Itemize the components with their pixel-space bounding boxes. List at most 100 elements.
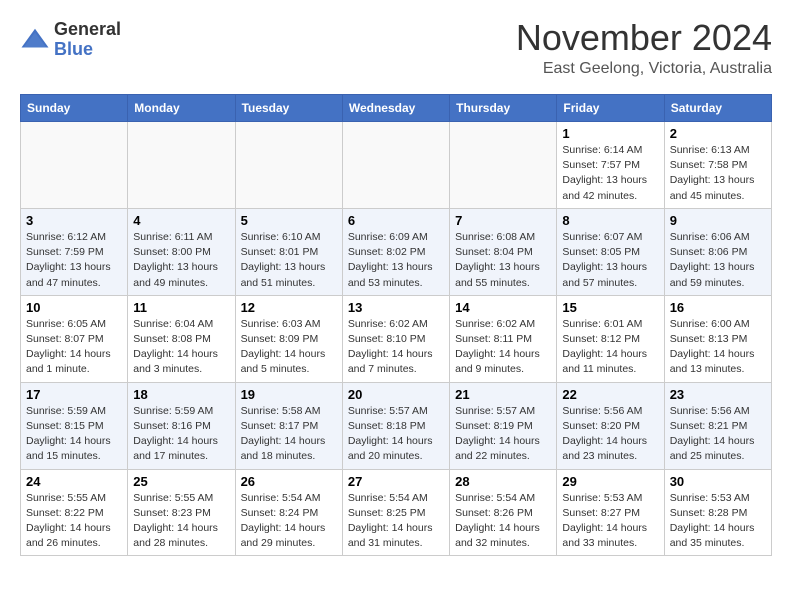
page-header: General Blue November 2024 East Geelong,…: [20, 20, 772, 78]
day-info: Sunrise: 6:02 AM Sunset: 8:11 PM Dayligh…: [455, 317, 551, 378]
day-info: Sunrise: 5:56 AM Sunset: 8:20 PM Dayligh…: [562, 404, 658, 465]
day-info: Sunrise: 6:04 AM Sunset: 8:08 PM Dayligh…: [133, 317, 229, 378]
day-info: Sunrise: 5:57 AM Sunset: 8:19 PM Dayligh…: [455, 404, 551, 465]
day-cell: [450, 122, 557, 209]
day-info: Sunrise: 5:59 AM Sunset: 8:15 PM Dayligh…: [26, 404, 122, 465]
day-number: 11: [133, 300, 229, 315]
day-cell: 30 Sunrise: 5:53 AM Sunset: 8:28 PM Dayli…: [664, 469, 771, 556]
day-cell: 16 Sunrise: 6:00 AM Sunset: 8:13 PM Dayli…: [664, 295, 771, 382]
day-info: Sunrise: 6:01 AM Sunset: 8:12 PM Dayligh…: [562, 317, 658, 378]
day-cell: 22 Sunrise: 5:56 AM Sunset: 8:20 PM Dayli…: [557, 382, 664, 469]
day-number: 6: [348, 213, 444, 228]
weekday-header-tuesday: Tuesday: [235, 95, 342, 122]
day-info: Sunrise: 5:54 AM Sunset: 8:25 PM Dayligh…: [348, 491, 444, 552]
day-number: 2: [670, 126, 766, 141]
day-cell: 24 Sunrise: 5:55 AM Sunset: 8:22 PM Dayli…: [21, 469, 128, 556]
day-info: Sunrise: 6:11 AM Sunset: 8:00 PM Dayligh…: [133, 230, 229, 291]
day-cell: 20 Sunrise: 5:57 AM Sunset: 8:18 PM Dayli…: [342, 382, 449, 469]
day-number: 12: [241, 300, 337, 315]
weekday-header-row: SundayMondayTuesdayWednesdayThursdayFrid…: [21, 95, 772, 122]
day-info: Sunrise: 6:02 AM Sunset: 8:10 PM Dayligh…: [348, 317, 444, 378]
day-number: 21: [455, 387, 551, 402]
day-cell: 26 Sunrise: 5:54 AM Sunset: 8:24 PM Dayli…: [235, 469, 342, 556]
day-number: 27: [348, 474, 444, 489]
day-cell: 3 Sunrise: 6:12 AM Sunset: 7:59 PM Daylig…: [21, 208, 128, 295]
day-cell: 25 Sunrise: 5:55 AM Sunset: 8:23 PM Dayli…: [128, 469, 235, 556]
weekday-header-thursday: Thursday: [450, 95, 557, 122]
day-number: 26: [241, 474, 337, 489]
day-number: 23: [670, 387, 766, 402]
day-info: Sunrise: 6:09 AM Sunset: 8:02 PM Dayligh…: [348, 230, 444, 291]
day-number: 10: [26, 300, 122, 315]
day-info: Sunrise: 5:56 AM Sunset: 8:21 PM Dayligh…: [670, 404, 766, 465]
day-info: Sunrise: 6:08 AM Sunset: 8:04 PM Dayligh…: [455, 230, 551, 291]
day-number: 7: [455, 213, 551, 228]
day-info: Sunrise: 6:00 AM Sunset: 8:13 PM Dayligh…: [670, 317, 766, 378]
day-info: Sunrise: 5:57 AM Sunset: 8:18 PM Dayligh…: [348, 404, 444, 465]
day-info: Sunrise: 6:12 AM Sunset: 7:59 PM Dayligh…: [26, 230, 122, 291]
day-cell: 12 Sunrise: 6:03 AM Sunset: 8:09 PM Dayli…: [235, 295, 342, 382]
day-cell: 21 Sunrise: 5:57 AM Sunset: 8:19 PM Dayli…: [450, 382, 557, 469]
day-cell: 11 Sunrise: 6:04 AM Sunset: 8:08 PM Dayli…: [128, 295, 235, 382]
weekday-header-monday: Monday: [128, 95, 235, 122]
day-info: Sunrise: 6:06 AM Sunset: 8:06 PM Dayligh…: [670, 230, 766, 291]
day-number: 25: [133, 474, 229, 489]
day-info: Sunrise: 5:54 AM Sunset: 8:26 PM Dayligh…: [455, 491, 551, 552]
day-info: Sunrise: 5:55 AM Sunset: 8:23 PM Dayligh…: [133, 491, 229, 552]
day-cell: 7 Sunrise: 6:08 AM Sunset: 8:04 PM Daylig…: [450, 208, 557, 295]
day-cell: [128, 122, 235, 209]
day-cell: 9 Sunrise: 6:06 AM Sunset: 8:06 PM Daylig…: [664, 208, 771, 295]
title-block: November 2024 East Geelong, Victoria, Au…: [516, 20, 772, 78]
day-info: Sunrise: 5:59 AM Sunset: 8:16 PM Dayligh…: [133, 404, 229, 465]
logo-icon: [20, 25, 50, 55]
day-cell: 6 Sunrise: 6:09 AM Sunset: 8:02 PM Daylig…: [342, 208, 449, 295]
day-cell: [21, 122, 128, 209]
week-row-3: 17 Sunrise: 5:59 AM Sunset: 8:15 PM Dayli…: [21, 382, 772, 469]
day-cell: 1Sunrise: 6:14 AM Sunset: 7:57 PM Daylig…: [557, 122, 664, 209]
day-number: 17: [26, 387, 122, 402]
day-number: 16: [670, 300, 766, 315]
week-row-0: 1Sunrise: 6:14 AM Sunset: 7:57 PM Daylig…: [21, 122, 772, 209]
month-title: November 2024: [516, 20, 772, 56]
day-info: Sunrise: 5:54 AM Sunset: 8:24 PM Dayligh…: [241, 491, 337, 552]
week-row-2: 10Sunrise: 6:05 AM Sunset: 8:07 PM Dayli…: [21, 295, 772, 382]
day-cell: 2Sunrise: 6:13 AM Sunset: 7:58 PM Daylig…: [664, 122, 771, 209]
day-info: Sunrise: 6:10 AM Sunset: 8:01 PM Dayligh…: [241, 230, 337, 291]
day-number: 3: [26, 213, 122, 228]
day-number: 19: [241, 387, 337, 402]
day-cell: 14 Sunrise: 6:02 AM Sunset: 8:11 PM Dayli…: [450, 295, 557, 382]
day-cell: 18Sunrise: 5:59 AM Sunset: 8:16 PM Dayli…: [128, 382, 235, 469]
day-info: Sunrise: 6:03 AM Sunset: 8:09 PM Dayligh…: [241, 317, 337, 378]
day-number: 24: [26, 474, 122, 489]
day-number: 30: [670, 474, 766, 489]
day-info: Sunrise: 5:58 AM Sunset: 8:17 PM Dayligh…: [241, 404, 337, 465]
location-subtitle: East Geelong, Victoria, Australia: [516, 60, 772, 78]
day-cell: 13 Sunrise: 6:02 AM Sunset: 8:10 PM Dayli…: [342, 295, 449, 382]
weekday-header-friday: Friday: [557, 95, 664, 122]
day-number: 22: [562, 387, 658, 402]
week-row-4: 24 Sunrise: 5:55 AM Sunset: 8:22 PM Dayli…: [21, 469, 772, 556]
logo: General Blue: [20, 20, 121, 60]
day-cell: 15 Sunrise: 6:01 AM Sunset: 8:12 PM Dayli…: [557, 295, 664, 382]
weekday-header-saturday: Saturday: [664, 95, 771, 122]
day-cell: [235, 122, 342, 209]
weekday-header-sunday: Sunday: [21, 95, 128, 122]
day-cell: 8Sunrise: 6:07 AM Sunset: 8:05 PM Daylig…: [557, 208, 664, 295]
day-cell: 23 Sunrise: 5:56 AM Sunset: 8:21 PM Dayli…: [664, 382, 771, 469]
day-number: 4: [133, 213, 229, 228]
day-number: 20: [348, 387, 444, 402]
day-number: 8: [562, 213, 658, 228]
week-row-1: 3 Sunrise: 6:12 AM Sunset: 7:59 PM Daylig…: [21, 208, 772, 295]
day-info: Sunrise: 5:53 AM Sunset: 8:28 PM Dayligh…: [670, 491, 766, 552]
logo-text: General Blue: [54, 20, 121, 60]
day-cell: 10Sunrise: 6:05 AM Sunset: 8:07 PM Dayli…: [21, 295, 128, 382]
day-info: Sunrise: 5:55 AM Sunset: 8:22 PM Dayligh…: [26, 491, 122, 552]
day-cell: [342, 122, 449, 209]
day-number: 14: [455, 300, 551, 315]
day-info: Sunrise: 6:14 AM Sunset: 7:57 PM Dayligh…: [562, 143, 658, 204]
day-number: 9: [670, 213, 766, 228]
day-info: Sunrise: 5:53 AM Sunset: 8:27 PM Dayligh…: [562, 491, 658, 552]
day-number: 13: [348, 300, 444, 315]
day-number: 29: [562, 474, 658, 489]
day-number: 15: [562, 300, 658, 315]
